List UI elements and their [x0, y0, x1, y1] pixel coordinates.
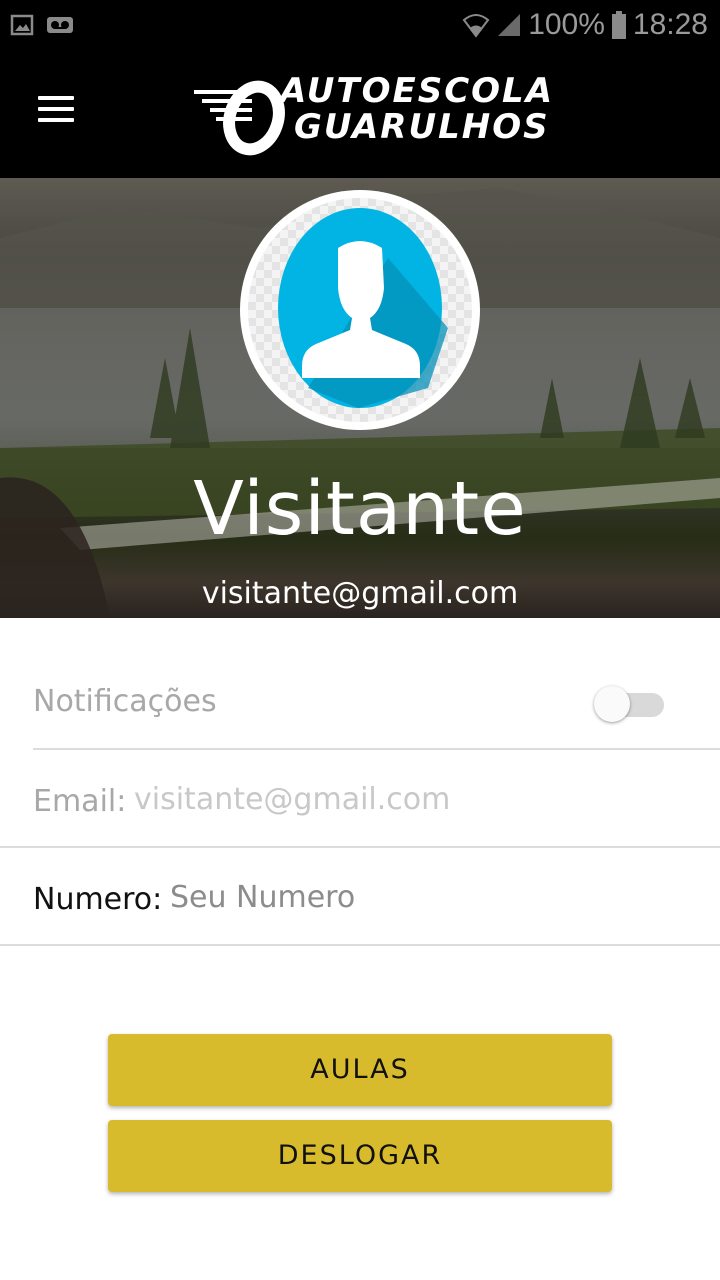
avatar[interactable]: [240, 190, 480, 430]
hamburger-menu-button[interactable]: [30, 96, 82, 136]
battery-percent: 100%: [528, 8, 605, 41]
status-bar: 100% 18:28: [0, 0, 720, 50]
divider: [0, 944, 720, 946]
logout-button[interactable]: DESLOGAR: [108, 1120, 612, 1192]
autoescola-logo: AUTOESCOLA GUARULHOS: [192, 72, 552, 156]
logo-line2: GUARULHOS: [294, 107, 550, 147]
logo-line1: AUTOESCOLA: [280, 71, 555, 111]
clock: 18:28: [632, 8, 708, 41]
voicemail-icon: [46, 13, 73, 37]
email-label: Email:: [33, 784, 127, 819]
profile-email: visitante@gmail.com: [201, 576, 519, 611]
email-field[interactable]: [134, 782, 674, 817]
image-icon: [10, 13, 34, 37]
number-field[interactable]: [170, 880, 690, 915]
battery-icon: [611, 11, 627, 39]
notifications-label: Notificações: [33, 684, 217, 719]
number-label: Numero:: [33, 882, 163, 917]
notifications-toggle[interactable]: [594, 686, 664, 722]
app-bar: AUTOESCOLA GUARULHOS: [0, 50, 720, 178]
notifications-row: Notificações: [0, 618, 720, 750]
wifi-icon: [462, 12, 490, 38]
profile-name: Visitante: [193, 466, 527, 552]
user-avatar-icon: [278, 208, 448, 408]
email-row: Email:: [0, 750, 720, 848]
hamburger-menu-icon: [38, 96, 74, 100]
lessons-button[interactable]: AULAS: [108, 1034, 612, 1106]
signal-icon: [496, 12, 522, 38]
profile-header: Visitante visitante@gmail.com: [0, 178, 720, 618]
number-row: Numero:: [0, 848, 720, 946]
